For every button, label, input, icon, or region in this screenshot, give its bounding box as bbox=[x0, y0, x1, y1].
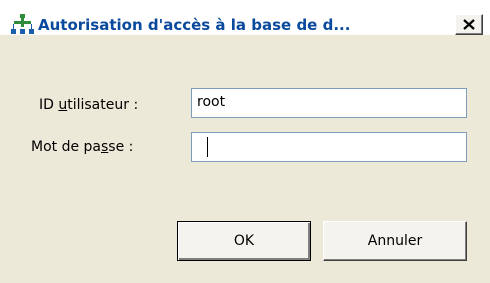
dialog-title-bar[interactable]: Autorisation d'accès à la base de d... bbox=[0, 0, 490, 35]
text-cursor bbox=[207, 137, 208, 157]
user-id-label: ID utilisateur : bbox=[39, 97, 139, 113]
password-label: Mot de passe : bbox=[31, 139, 134, 155]
close-button[interactable] bbox=[455, 14, 483, 35]
cancel-button[interactable]: Annuler bbox=[323, 221, 467, 261]
user-id-access-key: u bbox=[58, 97, 68, 113]
password-input[interactable] bbox=[191, 132, 467, 162]
close-icon bbox=[463, 19, 475, 30]
user-id-input[interactable]: root bbox=[191, 88, 467, 118]
ok-button[interactable]: OK bbox=[177, 221, 311, 261]
dialog-title: Autorisation d'accès à la base de d... bbox=[38, 16, 351, 34]
database-access-icon bbox=[11, 14, 34, 34]
